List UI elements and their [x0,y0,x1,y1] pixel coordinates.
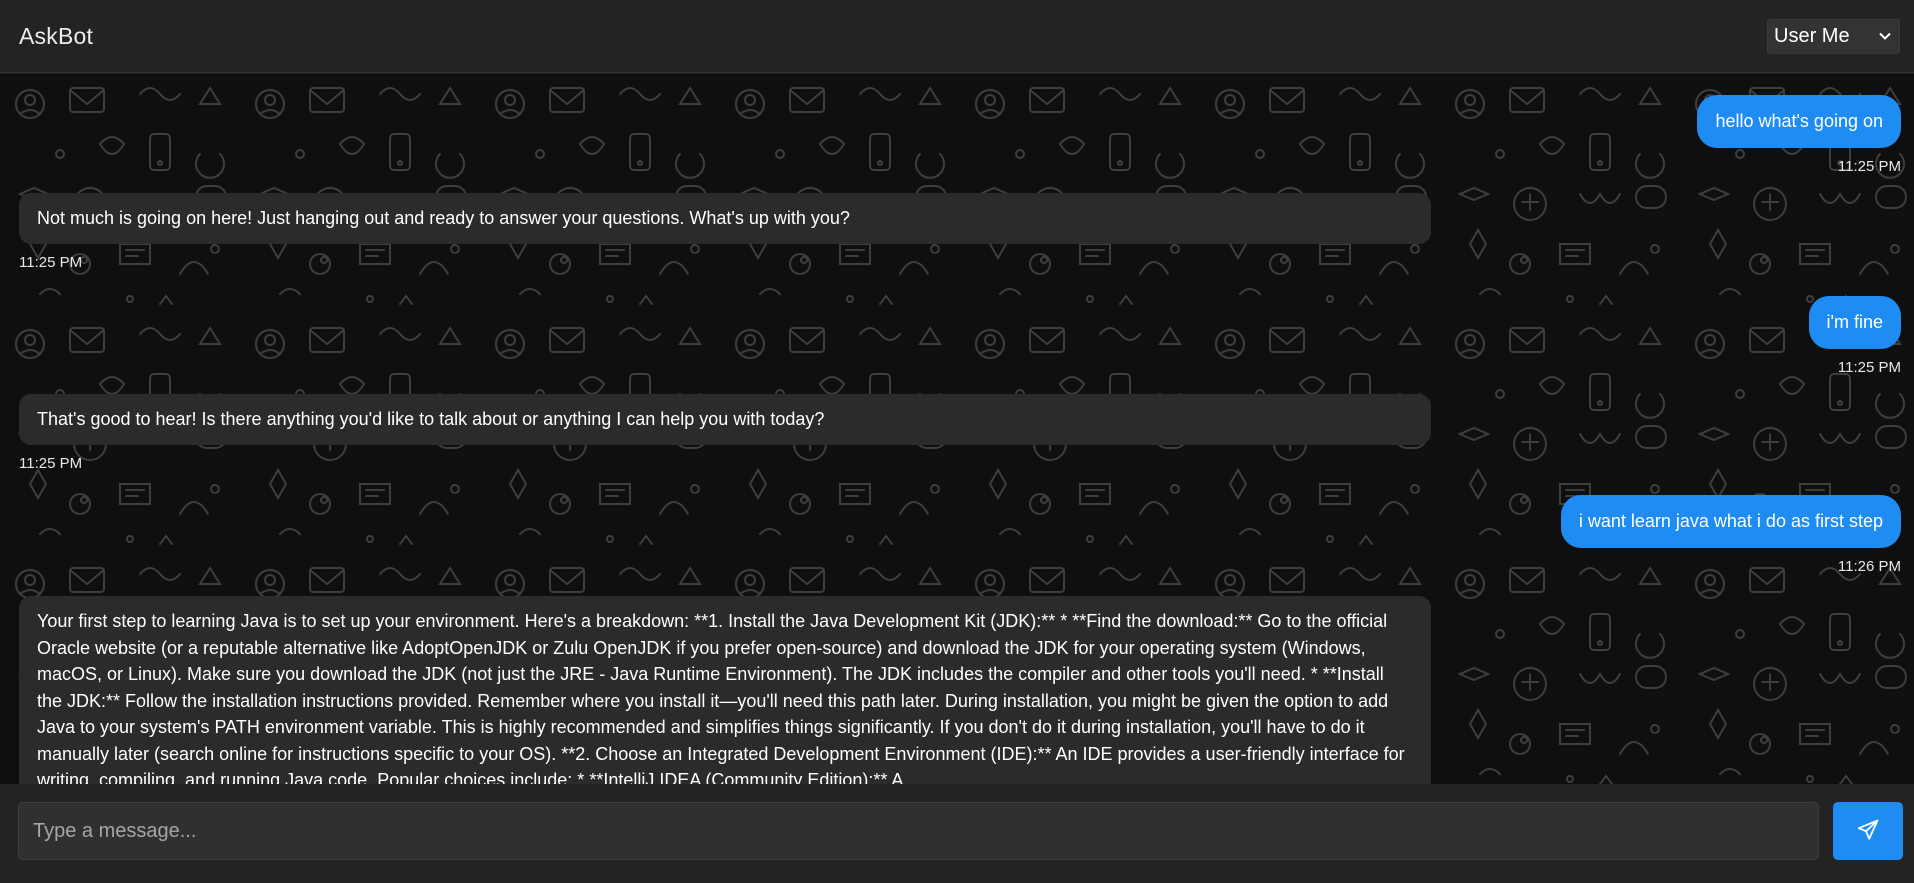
send-icon [1856,818,1880,845]
composer [0,784,1914,883]
message-bubble: Not much is going on here! Just hanging … [19,193,1431,244]
message-bubble: Your first step to learning Java is to s… [19,596,1431,784]
message-time: 11:26 PM [1837,557,1901,575]
message-bubble: hello what's going on [1697,95,1901,148]
message-bubble: That's good to hear! Is there anything y… [19,394,1431,445]
message-time: 11:25 PM [19,454,83,472]
user-select-value: User Me [1774,24,1850,47]
message-bubble: i want learn java what i do as first ste… [1560,495,1901,548]
app-window: AskBot User Me hello what's going on 11:… [0,0,1914,883]
message-bot: Not much is going on here! Just hanging … [19,193,1431,271]
chevron-down-icon [1878,31,1892,41]
message-user: i'm fine 11:25 PM [1808,296,1901,376]
message-bot: That's good to hear! Is there anything y… [19,394,1431,472]
message-user: i want learn java what i do as first ste… [1560,495,1901,575]
message-bubble: i'm fine [1808,296,1901,349]
send-button[interactable] [1833,802,1903,860]
message-user: hello what's going on 11:25 PM [1697,95,1901,175]
header: AskBot User Me [0,0,1914,73]
chat-area[interactable]: hello what's going on 11:25 PM Not much … [0,74,1914,784]
user-select[interactable]: User Me [1767,18,1900,54]
message-time: 11:25 PM [19,253,83,271]
message-bot: Your first step to learning Java is to s… [19,596,1431,784]
app-title: AskBot [19,22,94,49]
message-input[interactable] [18,802,1819,860]
message-list: hello what's going on 11:25 PM Not much … [0,74,1914,784]
message-time: 11:25 PM [1837,157,1901,175]
message-time: 11:25 PM [1837,358,1901,376]
